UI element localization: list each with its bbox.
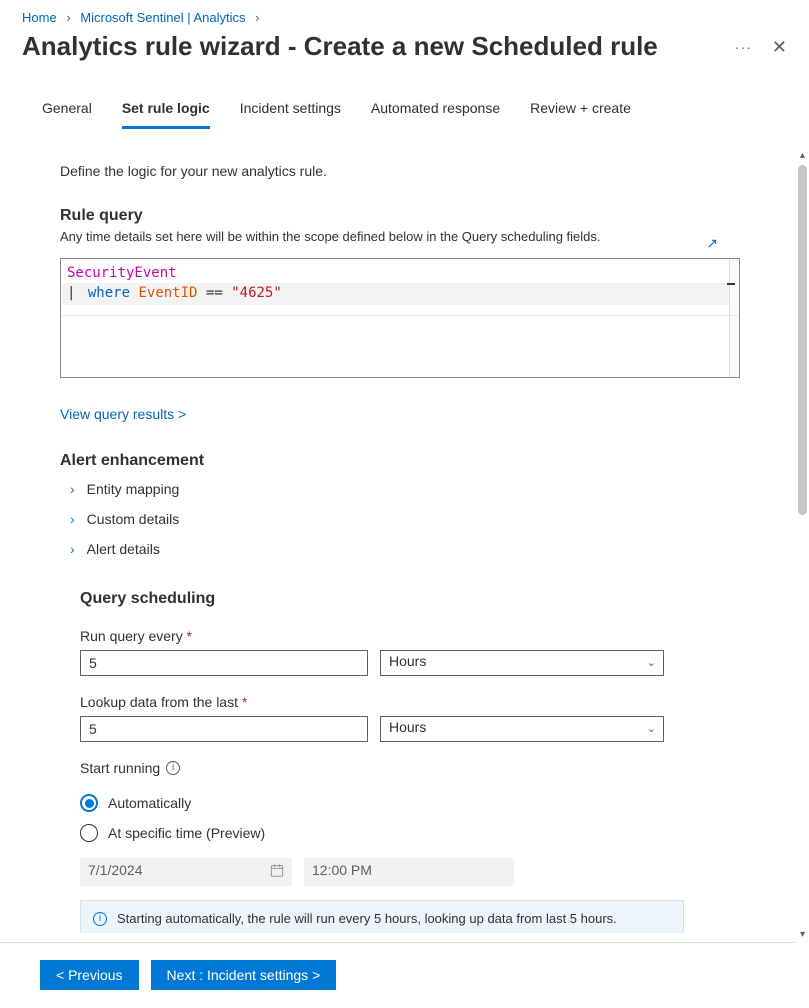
- scrollbar[interactable]: ▴ ▾: [796, 150, 809, 940]
- info-icon: i: [93, 912, 107, 926]
- rule-query-title: Rule query: [60, 207, 720, 225]
- start-time-input: 12:00 PM: [304, 858, 514, 886]
- run-every-value-input[interactable]: [80, 650, 368, 676]
- tab-automated-response[interactable]: Automated response: [371, 100, 500, 129]
- scroll-up-icon[interactable]: ▴: [797, 150, 808, 161]
- lookup-value-input[interactable]: [80, 716, 368, 742]
- kql-operator: ==: [206, 283, 223, 303]
- start-running-label: Start running: [80, 760, 160, 776]
- collapse-label: Custom details: [87, 511, 180, 527]
- radio-specific-time-label: At specific time (Preview): [108, 825, 265, 841]
- tab-general[interactable]: General: [42, 100, 92, 129]
- chevron-right-icon: ›: [70, 511, 75, 527]
- start-date-input: 7/1/2024: [80, 858, 292, 886]
- tab-bar: General Set rule logic Incident settings…: [0, 62, 809, 129]
- query-scheduling-title: Query scheduling: [80, 590, 660, 608]
- run-every-label: Run query every *: [80, 628, 660, 644]
- collapse-label: Entity mapping: [87, 481, 180, 497]
- kql-string: "4625": [231, 283, 282, 303]
- scrollbar-thumb[interactable]: [798, 165, 807, 515]
- breadcrumb-sentinel[interactable]: Microsoft Sentinel | Analytics: [80, 10, 245, 25]
- lookup-label: Lookup data from the last *: [80, 694, 660, 710]
- more-actions-icon[interactable]: ···: [735, 39, 752, 55]
- kql-column: EventID: [138, 283, 197, 303]
- rule-query-subtitle: Any time details set here will be within…: [60, 229, 720, 244]
- tab-review-create[interactable]: Review + create: [530, 100, 631, 129]
- chevron-right-icon: ›: [70, 481, 75, 497]
- breadcrumb-home[interactable]: Home: [22, 10, 57, 25]
- collapse-custom-details[interactable]: › Custom details: [60, 504, 720, 534]
- expand-icon[interactable]: ↗: [706, 236, 718, 250]
- chevron-right-icon: ›: [70, 541, 75, 557]
- run-every-unit-select[interactable]: Hours: [380, 650, 664, 676]
- collapse-alert-details[interactable]: › Alert details: [60, 534, 720, 564]
- kql-pipe: |: [67, 283, 75, 303]
- intro-text: Define the logic for your new analytics …: [60, 163, 720, 179]
- schedule-info-banner: i Starting automatically, the rule will …: [80, 900, 684, 933]
- close-icon[interactable]: ✕: [772, 38, 787, 56]
- kql-query-editor[interactable]: SecurityEvent | where EventID == "4625": [60, 258, 740, 378]
- page-title: Analytics rule wizard - Create a new Sch…: [22, 31, 658, 62]
- collapse-entity-mapping[interactable]: › Entity mapping: [60, 474, 720, 504]
- alert-enhancement-title: Alert enhancement: [60, 452, 720, 470]
- radio-automatically-label: Automatically: [108, 795, 191, 811]
- collapse-label: Alert details: [87, 541, 160, 557]
- tab-set-rule-logic[interactable]: Set rule logic: [122, 100, 210, 129]
- scroll-down-icon[interactable]: ▾: [797, 929, 808, 940]
- next-button[interactable]: Next : Incident settings >: [151, 960, 337, 990]
- chevron-right-icon: ›: [66, 10, 70, 25]
- kql-where: where: [88, 283, 130, 303]
- kql-table: SecurityEvent: [67, 265, 177, 281]
- radio-specific-time[interactable]: [80, 824, 98, 842]
- view-query-results-link[interactable]: View query results >: [60, 406, 186, 422]
- info-icon[interactable]: i: [166, 761, 180, 775]
- lookup-unit-select[interactable]: Hours: [380, 716, 664, 742]
- radio-automatically[interactable]: [80, 794, 98, 812]
- previous-button[interactable]: < Previous: [40, 960, 139, 990]
- breadcrumb: Home › Microsoft Sentinel | Analytics ›: [0, 0, 809, 25]
- tab-incident-settings[interactable]: Incident settings: [240, 100, 341, 129]
- calendar-icon: [270, 864, 284, 881]
- schedule-info-text: Starting automatically, the rule will ru…: [117, 911, 617, 926]
- chevron-right-icon: ›: [255, 10, 259, 25]
